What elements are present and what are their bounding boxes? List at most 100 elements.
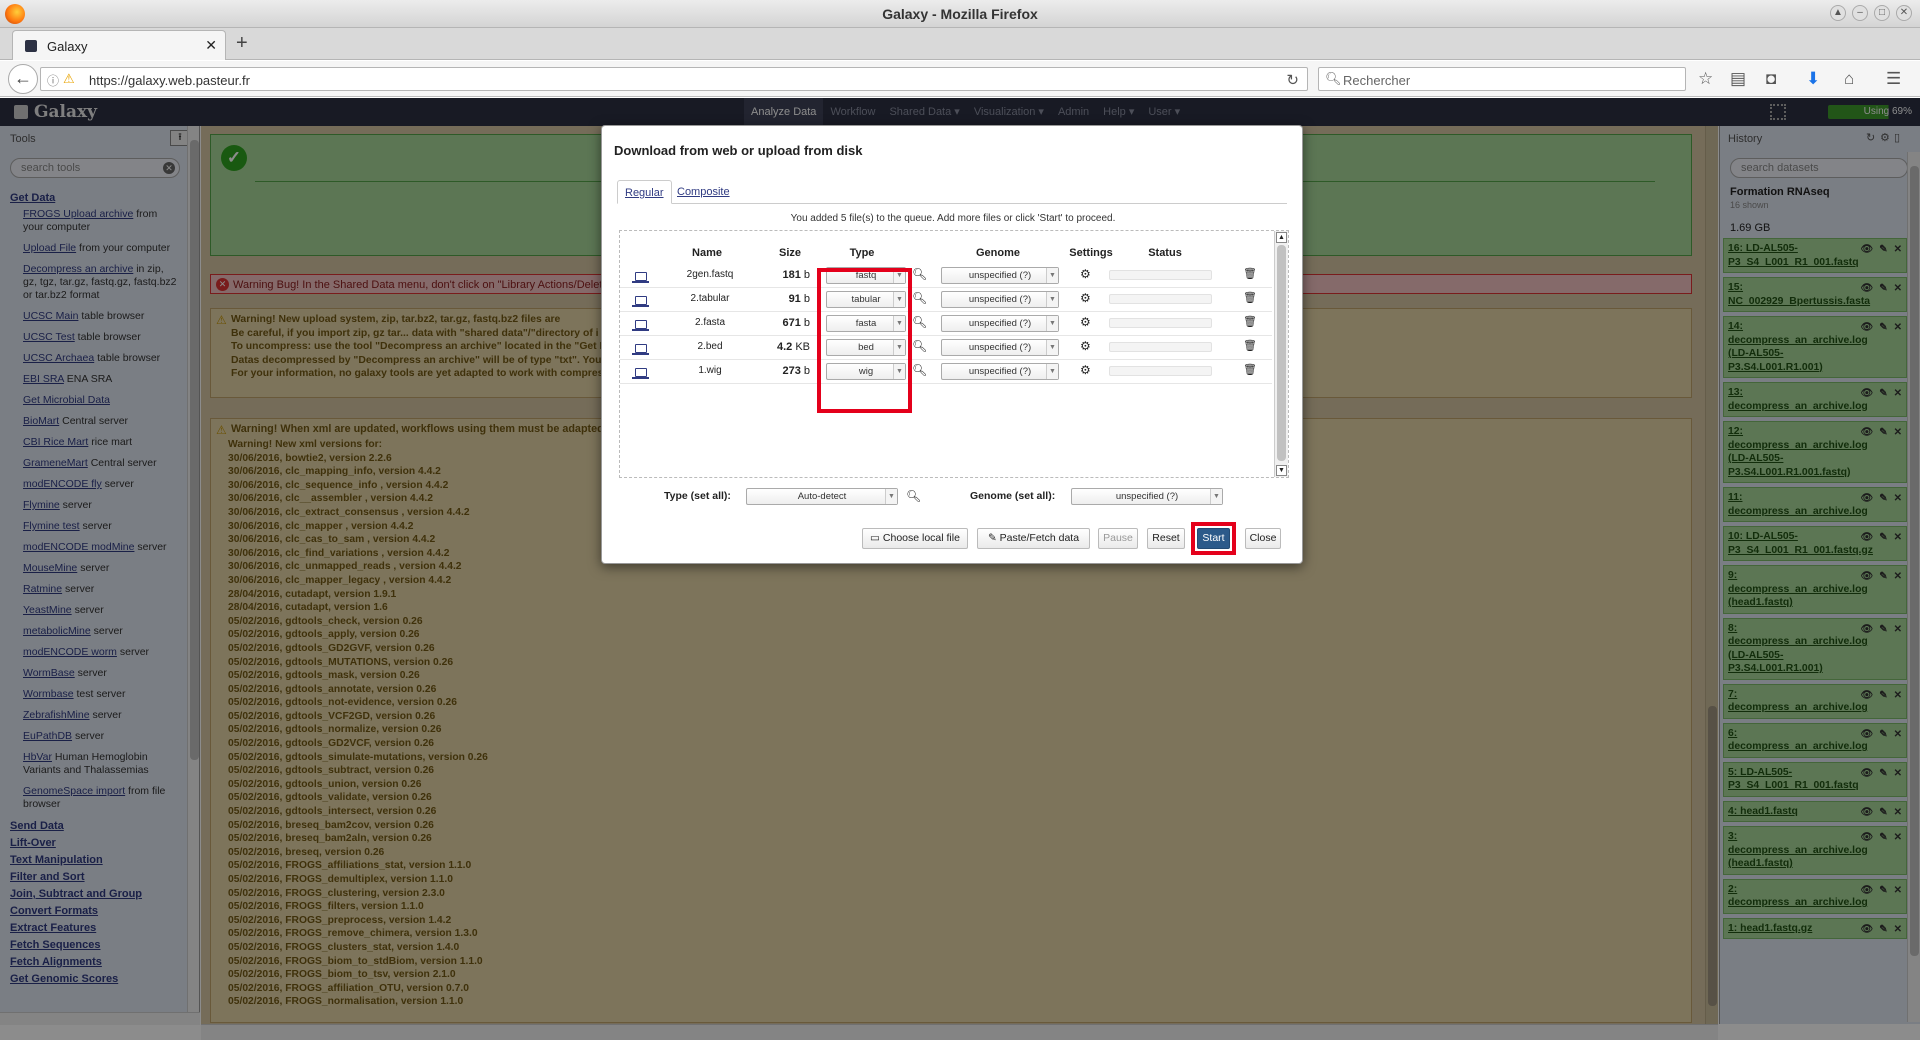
download-icon[interactable]: ⬇ [1806, 69, 1820, 89]
maximize-button[interactable]: □ [1874, 5, 1890, 21]
column-settings: Settings [1069, 247, 1113, 259]
close-window-button[interactable]: ✕ [1896, 5, 1912, 21]
insecure-warning-icon[interactable]: ⚠ [63, 71, 75, 87]
upload-progress-bar [1109, 366, 1212, 376]
upload-progress-bar [1109, 294, 1212, 304]
window-up-icon[interactable]: ▲ [1830, 5, 1846, 21]
trash-icon[interactable]: 🗑︎ [1243, 339, 1257, 352]
reload-icon[interactable]: ↻ [1286, 71, 1299, 89]
upload-file-row: 2gen.fastq 181 b fastq ▼ 🔍︎ unspecified (?) ▼ ⚙… [620, 264, 1272, 288]
type-search-icon[interactable]: 🔍︎ [912, 315, 927, 329]
trash-icon[interactable]: 🗑︎ [1243, 291, 1257, 304]
column-type: Type [849, 247, 875, 259]
tab-strip: Galaxy ✕ + [0, 28, 1920, 60]
minimize-button[interactable]: – [1852, 5, 1868, 21]
upload-file-list: Name Size Type Genome Settings Status 2g… [619, 230, 1289, 478]
file-size-number: 181 [782, 269, 801, 281]
browser-tab[interactable]: Galaxy ✕ [12, 30, 226, 60]
pocket-icon[interactable]: ◘ [1766, 69, 1776, 89]
new-tab-icon[interactable]: + [236, 32, 248, 55]
pause-button[interactable]: Pause [1098, 528, 1138, 549]
close-tab-icon[interactable]: ✕ [205, 37, 217, 54]
file-size-unit: b [803, 293, 810, 305]
file-genome-select[interactable]: unspecified (?) ▼ [941, 339, 1059, 356]
file-size: 91 b [760, 293, 810, 305]
file-name: 1.wig [698, 365, 722, 376]
upload-file-row: 2.fasta 671 b fasta ▼ 🔍︎ unspecified (?) ▼ ⚙ 🗑︎ [620, 312, 1272, 336]
file-size: 181 b [760, 269, 810, 281]
settings-gear-icon[interactable]: ⚙ [1080, 339, 1091, 353]
start-button-highlight [1191, 522, 1236, 555]
trash-icon[interactable]: 🗑︎ [1243, 363, 1257, 376]
set-all-row: Type (set all): Auto-detect ▼ 🔍︎ Genome (… [602, 486, 1304, 508]
paste-fetch-button[interactable]: ✎ Paste/Fetch data [977, 528, 1090, 549]
settings-gear-icon[interactable]: ⚙ [1080, 315, 1091, 329]
upload-file-row: 1.wig 273 b wig ▼ 🔍︎ unspecified (?) ▼ ⚙ 🗑︎ [620, 360, 1272, 384]
reset-button[interactable]: Reset [1147, 528, 1185, 549]
type-set-all-select[interactable]: Auto-detect ▼ [746, 488, 898, 505]
close-label: Close [1249, 532, 1277, 544]
search-icon: 🔍︎ [1325, 71, 1342, 86]
column-status: Status [1148, 247, 1182, 259]
upload-progress-bar [1109, 318, 1212, 328]
upload-dialog: Download from web or upload from disk Re… [601, 125, 1303, 564]
type-search-icon[interactable]: 🔍︎ [912, 267, 927, 281]
file-genome-select[interactable]: unspecified (?) ▼ [941, 363, 1059, 380]
type-search-icon[interactable]: 🔍︎ [912, 339, 927, 353]
settings-gear-icon[interactable]: ⚙ [1080, 291, 1091, 305]
tab-regular[interactable]: Regular [617, 180, 672, 204]
file-size-unit: b [803, 317, 810, 329]
library-icon[interactable]: ▤ [1730, 69, 1746, 89]
file-genome-value: unspecified (?) [968, 342, 1032, 353]
reset-label: Reset [1152, 532, 1180, 544]
type-search-icon[interactable]: 🔍︎ [912, 291, 927, 305]
upload-progress-bar [1109, 270, 1212, 280]
settings-gear-icon[interactable]: ⚙ [1080, 363, 1091, 377]
back-button[interactable]: ← [8, 64, 38, 94]
laptop-icon: ▭ [870, 532, 883, 544]
type-search-icon[interactable]: 🔍︎ [906, 489, 921, 503]
info-icon[interactable]: ⓘ [47, 72, 59, 89]
genome-set-all-value: unspecified (?) [1115, 491, 1179, 502]
upload-tabs: Regular Composite [617, 180, 1287, 204]
file-name: 2.fasta [694, 317, 726, 328]
file-genome-select[interactable]: unspecified (?) ▼ [941, 267, 1059, 284]
file-genome-select[interactable]: unspecified (?) ▼ [941, 291, 1059, 308]
tab-title: Galaxy [47, 39, 88, 54]
settings-gear-icon[interactable]: ⚙ [1080, 267, 1091, 281]
paste-fetch-label: Paste/Fetch data [999, 532, 1080, 544]
home-icon[interactable]: ⌂ [1844, 69, 1854, 89]
genome-set-all-select[interactable]: unspecified (?) ▼ [1071, 488, 1223, 505]
file-name: 2gen.fastq [686, 269, 734, 280]
pause-label: Pause [1103, 532, 1133, 544]
file-size-unit: KB [795, 341, 810, 353]
queue-message: You added 5 file(s) to the queue. Add mo… [790, 213, 1116, 224]
trash-icon[interactable]: 🗑︎ [1243, 315, 1257, 328]
url-bar[interactable]: ⓘ ⚠ https://galaxy.web.pasteur.fr ↻ [40, 67, 1308, 91]
browser-search-input[interactable]: 🔍︎ Rechercher [1318, 67, 1686, 91]
choose-local-label: Choose local file [882, 532, 960, 544]
close-button[interactable]: Close [1245, 528, 1281, 549]
laptop-icon [632, 296, 649, 307]
window-title: Galaxy - Mozilla Firefox [882, 6, 1038, 22]
type-search-icon[interactable]: 🔍︎ [912, 363, 927, 377]
hamburger-menu-icon[interactable]: ☰ [1886, 69, 1901, 89]
laptop-icon [632, 368, 649, 379]
tab-composite[interactable]: Composite [670, 180, 737, 204]
laptop-icon [632, 272, 649, 283]
upload-file-row: 2.tabular 91 b tabular ▼ 🔍︎ unspecified (?) ▼ ⚙… [620, 288, 1272, 312]
file-list-scrollbar[interactable]: ▲ ▼ [1274, 231, 1288, 477]
file-genome-select[interactable]: unspecified (?) ▼ [941, 315, 1059, 332]
choose-local-file-button[interactable]: ▭ Choose local file [862, 528, 968, 549]
file-size-number: 671 [782, 317, 801, 329]
url-text[interactable]: https://galaxy.web.pasteur.fr [89, 73, 250, 88]
bookmark-star-icon[interactable]: ☆ [1698, 69, 1713, 89]
laptop-icon [632, 344, 649, 355]
file-size: 273 b [760, 365, 810, 377]
edit-icon: ✎ [987, 532, 1000, 544]
window-titlebar: Galaxy - Mozilla Firefox ▲ – □ ✕ [0, 0, 1920, 28]
trash-icon[interactable]: 🗑︎ [1243, 267, 1257, 280]
laptop-icon [632, 320, 649, 331]
file-name: 2.bed [697, 341, 723, 352]
file-size: 4.2 KB [760, 341, 810, 353]
